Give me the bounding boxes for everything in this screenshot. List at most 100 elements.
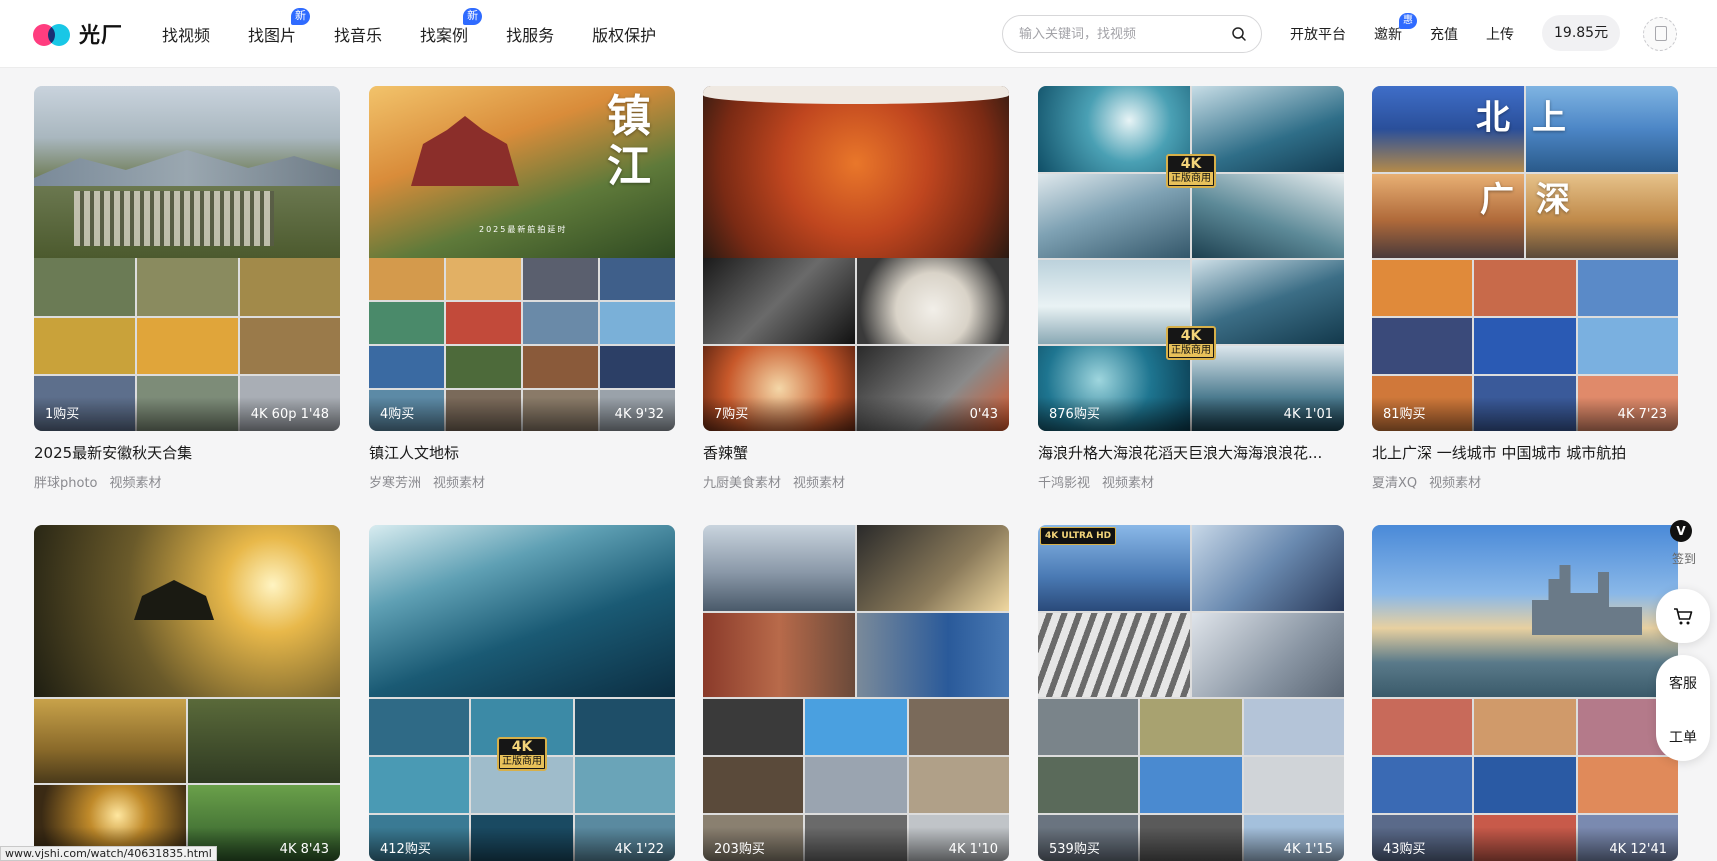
purchase-count: 203购买: [714, 842, 765, 857]
balance-pill[interactable]: 19.85元: [1542, 15, 1621, 51]
tag-small: 正版商用: [500, 755, 544, 768]
upload-link[interactable]: 上传: [1486, 24, 1514, 44]
category-label: 视频素材: [109, 476, 162, 491]
purchase-count: 539购买: [1049, 842, 1100, 857]
video-duration: 4K 9'32: [614, 407, 664, 422]
purchase-count: 412购买: [380, 842, 431, 857]
thumb-tile: [446, 258, 521, 300]
video-thumbnail[interactable]: 4K 正版商用 4K 正版商用 876购买 4K 1'01: [1038, 86, 1344, 431]
video-meta: 胖球photo 视频素材: [34, 472, 174, 491]
thumb-tile: [703, 525, 855, 611]
video-meta: 岁寒芳洲 视频素材: [369, 472, 497, 491]
ticket-button[interactable]: 工单: [1656, 727, 1710, 747]
video-thumbnail[interactable]: 203购买 4K 1'10: [703, 525, 1009, 861]
thumb-tile: [600, 258, 675, 300]
author-name[interactable]: 九厨美食素材: [703, 476, 781, 491]
author-name[interactable]: 岁寒芳洲: [369, 476, 421, 491]
category-label: 视频素材: [793, 476, 846, 491]
search-icon[interactable]: [1231, 26, 1247, 42]
thumb-tile: 镇江 2025最新航拍延时: [369, 86, 675, 258]
nav-find-service[interactable]: 找服务: [506, 22, 554, 46]
thumb-tile: [575, 757, 675, 813]
thumb-tile: [1140, 757, 1242, 813]
thumb-tile: [575, 699, 675, 755]
customer-service-button[interactable]: 客服: [1656, 673, 1710, 693]
author-name[interactable]: 夏清XQ: [1372, 476, 1417, 491]
nav-label: 找视频: [162, 26, 211, 45]
thumb-tile: [523, 302, 598, 344]
recharge-link[interactable]: 充值: [1430, 24, 1458, 44]
avatar[interactable]: [1643, 17, 1677, 51]
video-title[interactable]: 香辣蟹: [703, 442, 1009, 463]
thumb-tile: [34, 258, 135, 316]
video-duration: 0'43: [969, 407, 998, 422]
thumb-tile: [523, 258, 598, 300]
nav-find-video[interactable]: 找视频: [162, 22, 210, 46]
thumb-tile: [1038, 613, 1190, 697]
purchase-count: 1购买: [45, 407, 80, 422]
vip-sign-in-icon[interactable]: V: [1670, 520, 1692, 542]
main-nav: 找视频 找图片新 找音乐 找案例新 找服务 版权保护: [162, 0, 694, 68]
video-thumbnail[interactable]: 4K ULTRA HD 539购买 4K 1'15: [1038, 525, 1344, 861]
thumb-tile: [1578, 260, 1678, 316]
thumb-tile: [446, 346, 521, 388]
nav-label: 找案例: [420, 26, 469, 45]
site-logo[interactable]: 光厂: [33, 20, 123, 48]
thumb-tile: [137, 258, 238, 316]
thumb-tile: [1244, 757, 1344, 813]
thumb-tile: [703, 86, 1009, 258]
thumb-tile: [1474, 318, 1576, 374]
thumb-tile: [1474, 757, 1576, 813]
nav-find-case[interactable]: 找案例新: [420, 8, 483, 46]
search-input[interactable]: [1019, 26, 1231, 42]
thumb-tile: [600, 302, 675, 344]
video-thumbnail[interactable]: 1购买 4K 60p 1'48: [34, 86, 340, 431]
video-duration: 4K 12'41: [1609, 842, 1667, 857]
cart-button[interactable]: [1656, 589, 1710, 643]
video-title[interactable]: 2025最新安徽秋天合集: [34, 442, 340, 463]
thumb-tile: [805, 699, 907, 755]
thumb-tile: [369, 699, 469, 755]
thumb-tile: [1372, 757, 1472, 813]
author-name[interactable]: 千鸿影视: [1038, 476, 1090, 491]
copyright-4k-tag: 4K 正版商用: [1166, 326, 1216, 360]
copyright-4k-tag: 4K 正版商用: [1166, 154, 1216, 188]
video-thumbnail[interactable]: 北上 广深 81购买 4K 7'23: [1372, 86, 1678, 431]
video-thumbnail[interactable]: 4K 正版商用 412购买 4K 1'22: [369, 525, 675, 861]
video-thumbnail[interactable]: 43购买 4K 12'41: [1372, 525, 1678, 861]
author-name[interactable]: 胖球photo: [34, 476, 98, 491]
sign-in-label[interactable]: 签到: [1672, 550, 1696, 567]
video-thumbnail[interactable]: 镇江 2025最新航拍延时 4购买 4K 9'32: [369, 86, 675, 431]
thumb-tile: [1038, 757, 1138, 813]
nav-find-image[interactable]: 找图片新: [248, 8, 311, 46]
logo-text: 光厂: [79, 23, 123, 47]
thumb-tile: [523, 346, 598, 388]
tag-big: 4K: [1180, 328, 1202, 344]
thumb-tile: [857, 258, 1009, 344]
invite-link[interactable]: 邀新惠: [1374, 13, 1417, 44]
video-duration: 4K 60p 1'48: [250, 407, 329, 422]
video-meta: 千鸿影视 视频素材: [1038, 472, 1166, 491]
thumb-tile: [1192, 613, 1344, 697]
nav-copyright[interactable]: 版权保护: [592, 22, 656, 46]
tag-small: 正版商用: [1169, 344, 1213, 357]
thumb-tile: [240, 258, 340, 316]
video-meta: 夏清XQ 视频素材: [1372, 472, 1493, 491]
video-duration: 4K 8'43: [279, 842, 329, 857]
calligraphy-title: 北上: [1476, 98, 1588, 138]
search-box: [1002, 15, 1262, 53]
video-thumbnail[interactable]: 4K 8'43: [34, 525, 340, 861]
video-thumbnail[interactable]: 7购买 0'43: [703, 86, 1009, 431]
tag-small: 正版商用: [1169, 172, 1213, 185]
purchase-count: 81购买: [1383, 407, 1426, 422]
open-platform-link[interactable]: 开放平台: [1290, 24, 1346, 44]
thumb-tile: [34, 318, 135, 374]
support-panel: 客服 工单: [1656, 655, 1710, 761]
purchase-count: 43购买: [1383, 842, 1426, 857]
thumb-tile: [1192, 525, 1344, 611]
video-title[interactable]: 海浪升格大海浪花滔天巨浪大海海浪浪花...: [1038, 442, 1344, 463]
video-title[interactable]: 镇江人文地标: [369, 442, 675, 463]
nav-find-music[interactable]: 找音乐: [334, 22, 382, 46]
video-title[interactable]: 北上广深 一线城市 中国城市 城市航拍: [1372, 442, 1678, 463]
thumb-tile: [1244, 699, 1344, 755]
